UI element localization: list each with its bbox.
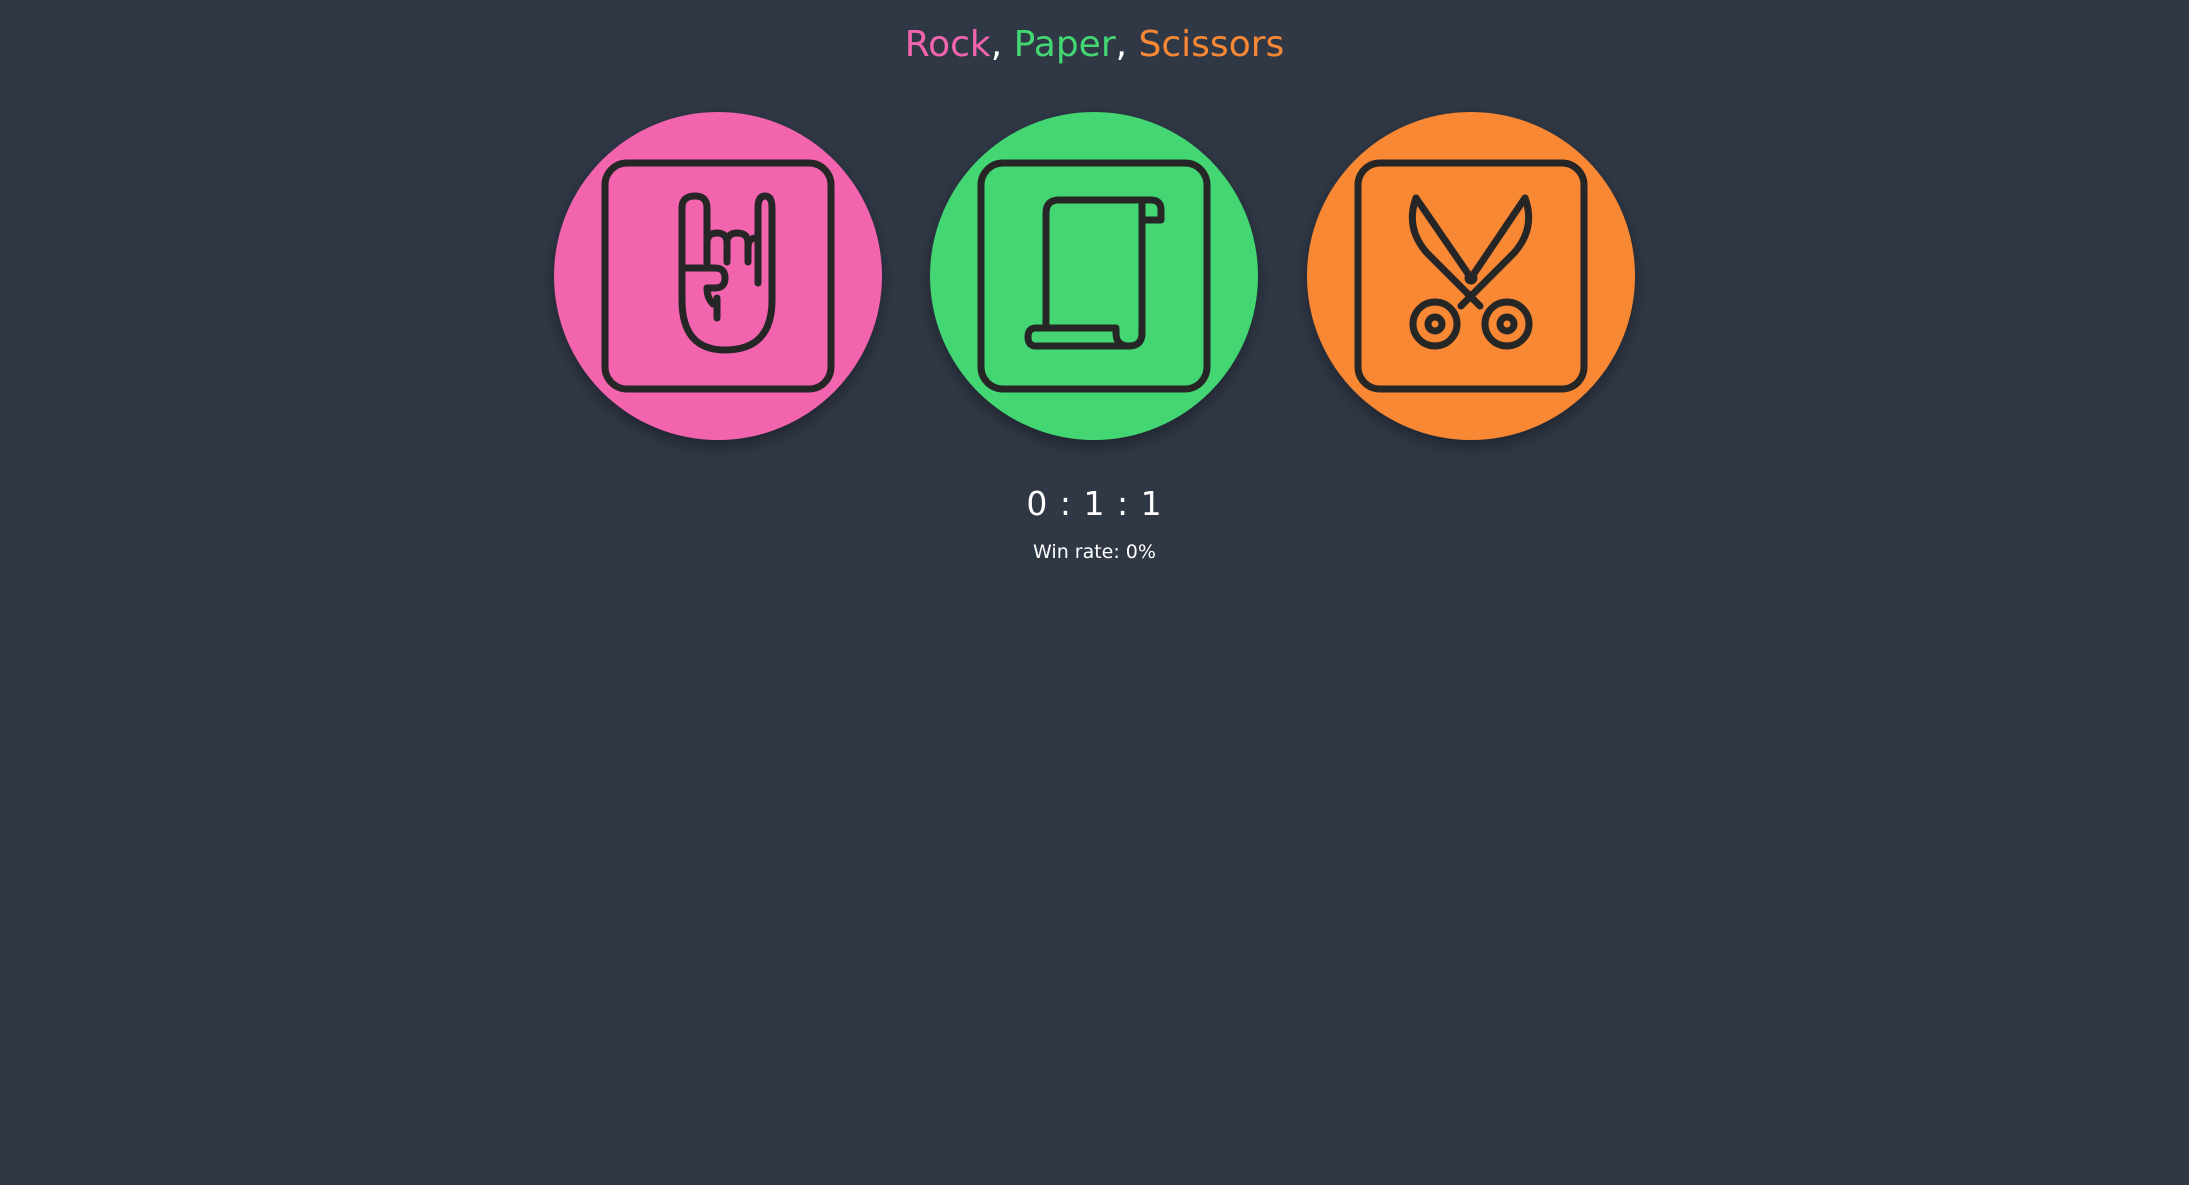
- title-separator: ,: [990, 24, 1003, 65]
- page-title: Rock, Paper, Scissors: [0, 22, 2189, 68]
- score-display: 0 : 1 : 1: [1026, 484, 1163, 523]
- paper-button[interactable]: [930, 112, 1258, 440]
- win-rate: Win rate: 0%: [1033, 541, 1156, 563]
- scissors-button[interactable]: [1307, 112, 1635, 440]
- title-separator: ,: [1115, 24, 1128, 65]
- title-rock: Rock: [904, 24, 991, 65]
- title-paper: Paper: [1013, 24, 1116, 65]
- rock-hand-icon: [600, 158, 836, 394]
- scissors-icon: [1353, 158, 1589, 394]
- rock-button[interactable]: [554, 112, 882, 440]
- paper-scroll-icon: [976, 158, 1212, 394]
- title-scissors: Scissors: [1138, 24, 1285, 65]
